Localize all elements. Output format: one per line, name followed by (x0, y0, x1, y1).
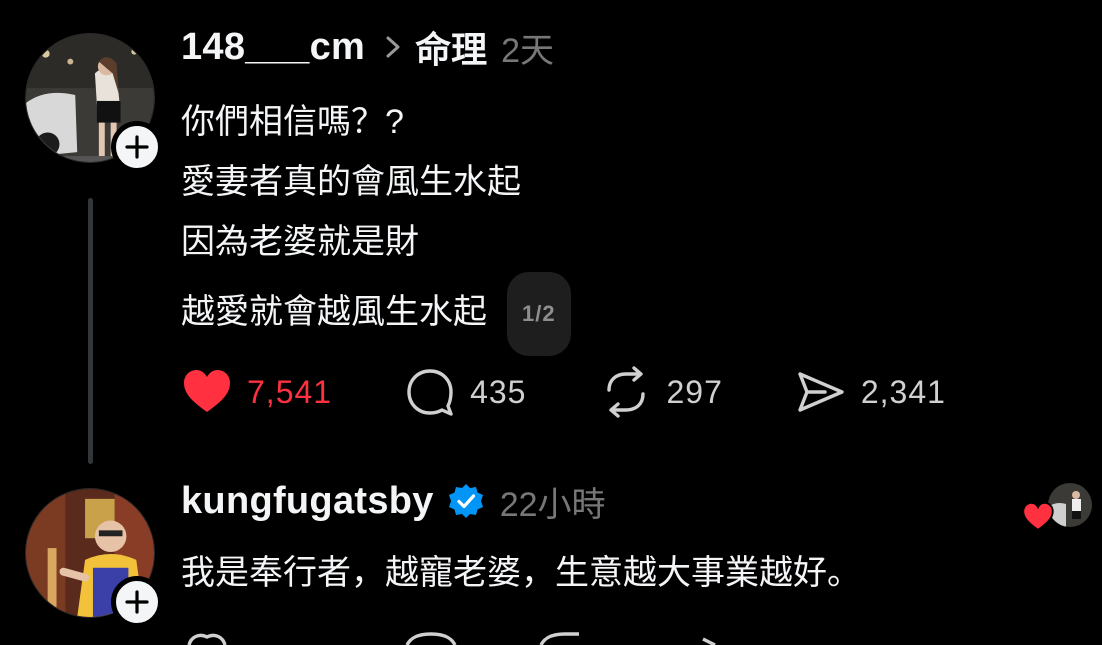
thread-line (88, 198, 93, 464)
post-line: 越愛就會越風生水起 (181, 292, 487, 331)
repost-button[interactable]: 297 (600, 366, 722, 418)
reply-follow-button[interactable] (111, 576, 163, 628)
post-line: 因為老婆就是財 (181, 223, 419, 261)
post-line: 你們相信嗎？? (181, 103, 404, 141)
post-header: 148___cm 命理 2天 (181, 22, 554, 72)
reply-username[interactable]: kungfugatsby (181, 480, 434, 523)
reply-text: 我是奉行者，越寵老婆，生意越大事業越好。 (181, 554, 861, 592)
post-username[interactable]: 148___cm (181, 26, 365, 69)
speech-bubble-icon (407, 369, 453, 416)
paper-plane-icon (798, 372, 844, 412)
follow-button[interactable] (111, 121, 163, 173)
like-count: 7,541 (247, 373, 333, 410)
reply-timestamp: 22小時 (499, 485, 606, 524)
post-timestamp: 2天 (501, 31, 555, 70)
media-pager-badge: 1/2 (507, 272, 571, 356)
plus-icon (125, 135, 149, 159)
post-line: 愛妻者真的會風生水起 (181, 163, 521, 201)
repost-count: 297 (666, 373, 723, 410)
reply-actions-edge (187, 632, 716, 645)
like-button[interactable]: 7,541 (181, 366, 332, 418)
share-button[interactable]: 2,341 (795, 366, 946, 418)
comment-button[interactable]: 435 (404, 366, 526, 418)
plus-icon (125, 590, 149, 614)
post-actions: 7,541 435 297 2,341 (181, 366, 946, 418)
heart-filled-icon (1021, 501, 1055, 533)
reply-actions-partial (181, 625, 961, 645)
chevron-right-icon (386, 36, 400, 58)
post-topic-tag[interactable]: 命理 (415, 21, 487, 73)
post-body: 你們相信嗎？? 愛妻者真的會風生水起 因為老婆就是財 越愛就會越風生水起 1/2 (181, 92, 571, 356)
comment-count: 435 (470, 373, 527, 410)
reply-header: kungfugatsby 22小時 (181, 476, 606, 526)
verified-badge-icon (448, 484, 483, 518)
repost-arrows-icon (607, 366, 646, 418)
post-line-last: 越愛就會越風生水起 1/2 (181, 272, 571, 356)
share-count: 2,341 (860, 373, 946, 410)
heart-filled-icon (184, 370, 230, 412)
